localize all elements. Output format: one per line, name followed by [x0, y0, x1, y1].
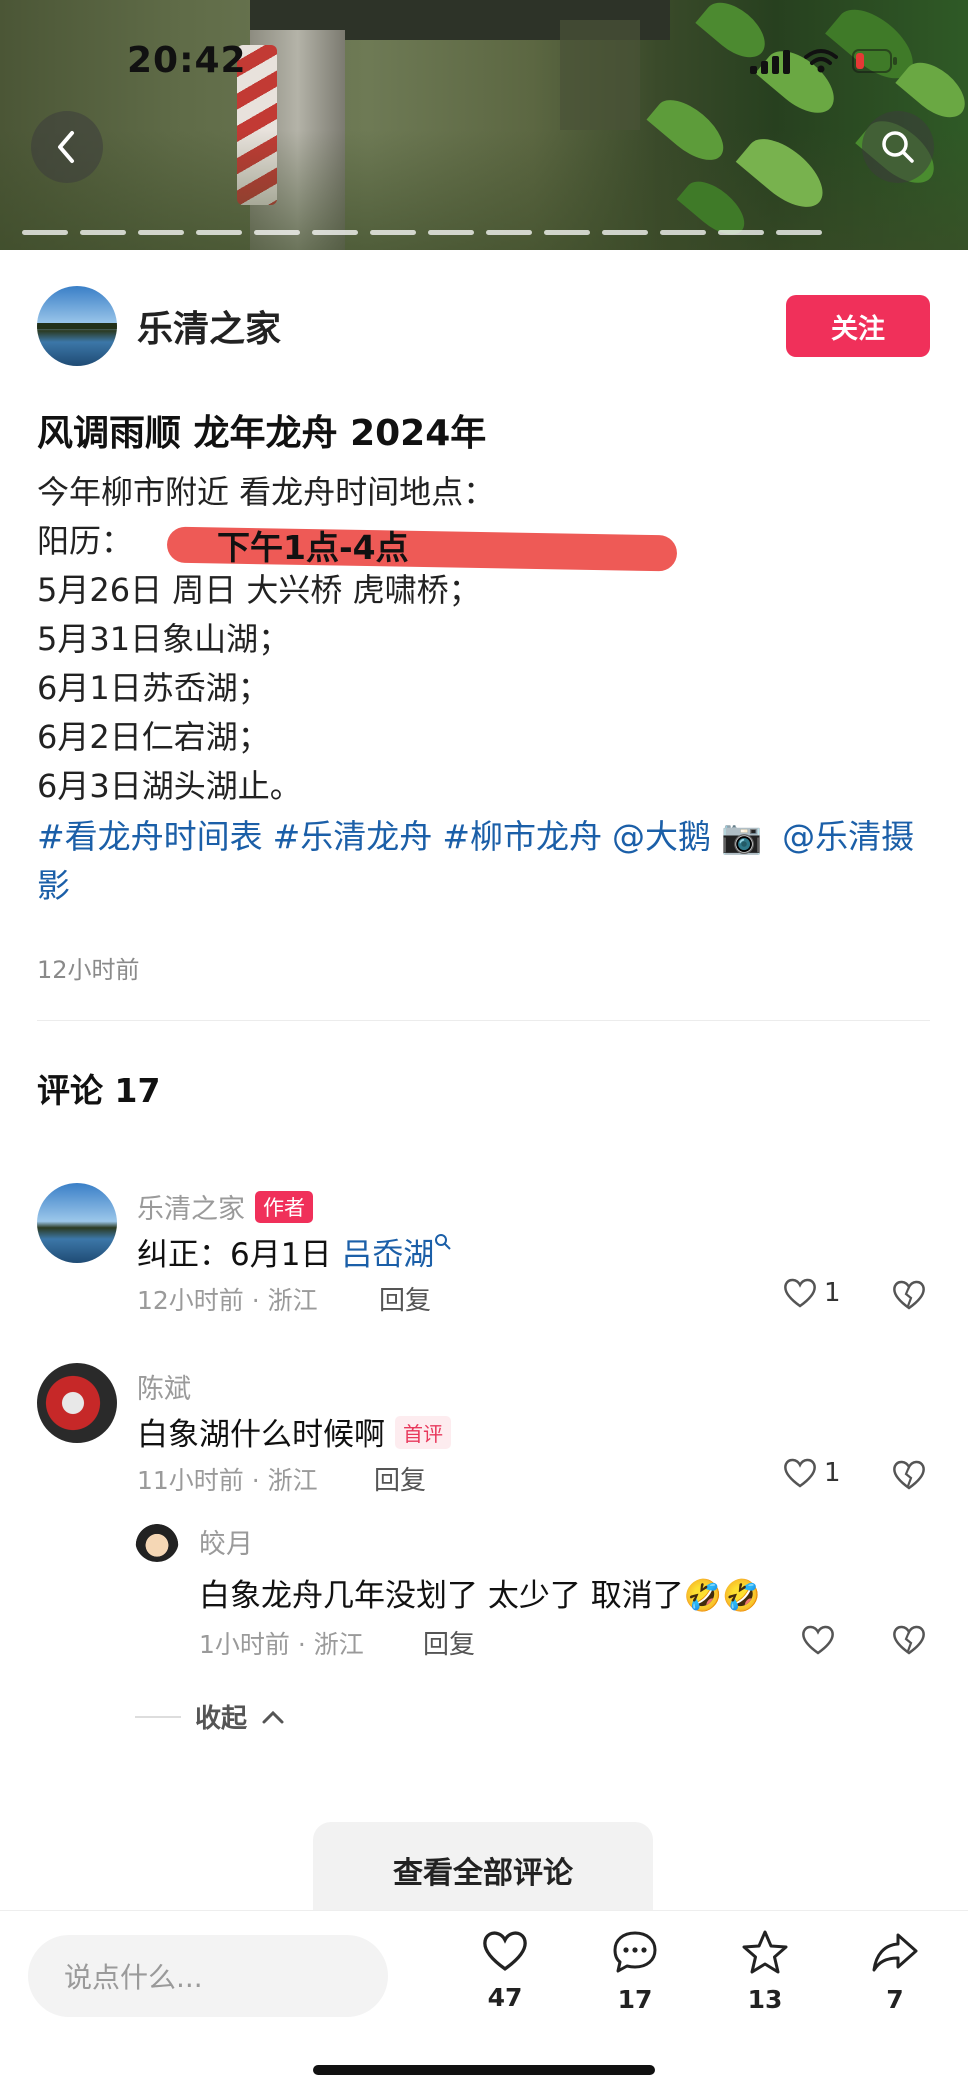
- comment-meta: 11小时前 · 浙江: [137, 1466, 318, 1495]
- view-all-comments-button[interactable]: 查看全部评论: [313, 1822, 653, 1917]
- author-avatar[interactable]: [37, 286, 117, 366]
- commenter-name[interactable]: 陈斌: [137, 1367, 191, 1406]
- reply-button[interactable]: 回复: [379, 1280, 431, 1317]
- heart-icon: [483, 1931, 527, 1971]
- comment-item: 陈斌 白象湖什么时候啊 首评 11小时前 · 浙江 回复 1: [37, 1363, 930, 1496]
- place-link[interactable]: 吕岙湖: [341, 1237, 434, 1273]
- comment-meta: 1小时前 · 浙江: [199, 1630, 364, 1659]
- annotation-text: 下午1点-4点: [217, 528, 409, 567]
- comment-text[interactable]: 纠正：6月1日 吕岙湖: [137, 1229, 452, 1274]
- heart-icon[interactable]: [800, 1624, 836, 1656]
- post-line: 6月2日仁宕湖；: [37, 718, 270, 756]
- post-line: 6月1日苏岙湖；: [37, 669, 270, 707]
- post-tags: #看龙舟时间表 #乐清龙舟 #柳市龙舟 @大鹅 📷 @乐清摄影: [37, 812, 937, 910]
- search-button[interactable]: [862, 111, 934, 183]
- hashtag-link[interactable]: #看龙舟时间表: [37, 817, 263, 856]
- broken-heart-icon[interactable]: [891, 1459, 927, 1491]
- comment-like-count: 1: [824, 1278, 841, 1308]
- bottom-action-bar: 说点什么... 47 17 13 7: [0, 1910, 968, 2097]
- collapse-label: 收起: [195, 1704, 248, 1734]
- reply-button[interactable]: 回复: [374, 1460, 426, 1497]
- comment-bubble-icon: [613, 1931, 657, 1973]
- share-icon: [872, 1933, 918, 1972]
- commenter-avatar[interactable]: [37, 1363, 117, 1443]
- comment-text[interactable]: 白象龙舟几年没划了 太少了 取消了🤣🤣: [199, 1570, 761, 1615]
- post-line-annotated: 阳历： 下午1点-4点: [37, 517, 678, 572]
- post-detail-page: 20:42 乐清之家 关注 风调雨顺 龙年龙舟 2024年 今年柳市附近 看龙舟…: [0, 0, 968, 2097]
- home-indicator: [313, 2065, 655, 2075]
- author-badge: 作者: [255, 1191, 313, 1223]
- search-icon: [882, 131, 914, 163]
- post-image[interactable]: 20:42: [0, 0, 968, 250]
- battery-icon: [852, 49, 897, 73]
- post-line: 6月3日湖头湖止。: [37, 767, 302, 805]
- broken-heart-icon[interactable]: [891, 1624, 927, 1656]
- author-row[interactable]: 乐清之家: [37, 286, 281, 366]
- comment-meta: 12小时前 · 浙江: [137, 1286, 318, 1315]
- post-line: 阳历：: [37, 522, 134, 560]
- follow-button[interactable]: 关注: [786, 295, 930, 357]
- emoji: 🤣🤣: [683, 1578, 761, 1614]
- collapse-line: [135, 1715, 181, 1718]
- reply-item: 皎月 白象龙舟几年没划了 太少了 取消了🤣🤣 1小时前 · 浙江 回复: [135, 1518, 930, 1661]
- reply-button[interactable]: 回复: [423, 1624, 475, 1661]
- chevron-up-icon: [262, 1710, 284, 1723]
- hashtag-link[interactable]: #乐清龙舟: [273, 817, 433, 856]
- heart-icon: [784, 1278, 816, 1308]
- wifi-icon: [804, 49, 838, 73]
- comment-like-count: 1: [824, 1458, 841, 1488]
- post-line: 5月31日象山湖；: [37, 620, 291, 658]
- like-button[interactable]: 47: [460, 1929, 550, 2012]
- image-progress-indicator: [22, 230, 822, 235]
- first-comment-badge: 首评: [395, 1416, 451, 1449]
- comment-count: 17: [617, 1985, 653, 2014]
- star-button[interactable]: 13: [720, 1929, 810, 2014]
- back-button[interactable]: [31, 111, 103, 183]
- divider: [37, 1020, 930, 1021]
- comment-input[interactable]: 说点什么...: [28, 1935, 388, 2017]
- broken-heart-icon[interactable]: [891, 1279, 927, 1311]
- commenter-avatar[interactable]: [135, 1518, 179, 1562]
- chevron-left-icon: [58, 131, 74, 163]
- post-line: 今年柳市附近 看龙舟时间地点：: [37, 473, 496, 511]
- comments-header: 评论 17: [37, 1071, 161, 1110]
- mention-link[interactable]: @大鹅 📷: [612, 817, 772, 856]
- pillar-shape: [560, 20, 640, 130]
- share-button[interactable]: 7: [850, 1929, 940, 2014]
- post-line: 5月26日 周日 大兴桥 虎啸桥；: [37, 571, 481, 609]
- signal-icon: [750, 50, 790, 74]
- author-name[interactable]: 乐清之家: [137, 300, 281, 352]
- star-icon: [742, 1930, 788, 1974]
- collapse-replies-button[interactable]: 收起: [135, 1698, 285, 1735]
- post-title: 风调雨顺 龙年龙舟 2024年: [37, 413, 487, 454]
- search-icon: [435, 1234, 452, 1250]
- comment-item: 乐清之家 作者 纠正：6月1日 吕岙湖 12小时前 · 浙江 回复 1: [37, 1183, 930, 1316]
- commenter-name[interactable]: 乐清之家 作者: [137, 1187, 313, 1226]
- comment-text[interactable]: 白象湖什么时候啊 首评: [137, 1409, 451, 1454]
- commenter-name[interactable]: 皎月: [199, 1522, 253, 1561]
- share-count: 7: [886, 1985, 904, 2014]
- star-count: 13: [747, 1985, 783, 2014]
- comment-button[interactable]: 17: [590, 1929, 680, 2014]
- heart-icon: [784, 1458, 816, 1488]
- post-body: 今年柳市附近 看龙舟时间地点： 阳历： 下午1点-4点 5月26日 周日 大兴桥…: [37, 468, 678, 811]
- status-icons: [750, 48, 898, 74]
- comment-like-button[interactable]: 1: [782, 1277, 841, 1309]
- hashtag-link[interactable]: #柳市龙舟: [442, 817, 602, 856]
- camera-icon: 📷: [720, 817, 763, 856]
- like-count: 47: [487, 1983, 523, 2012]
- post-time: 12小时前: [37, 956, 140, 984]
- status-time: 20:42: [127, 40, 247, 81]
- commenter-avatar[interactable]: [37, 1183, 117, 1263]
- comment-like-button[interactable]: 1: [782, 1457, 841, 1489]
